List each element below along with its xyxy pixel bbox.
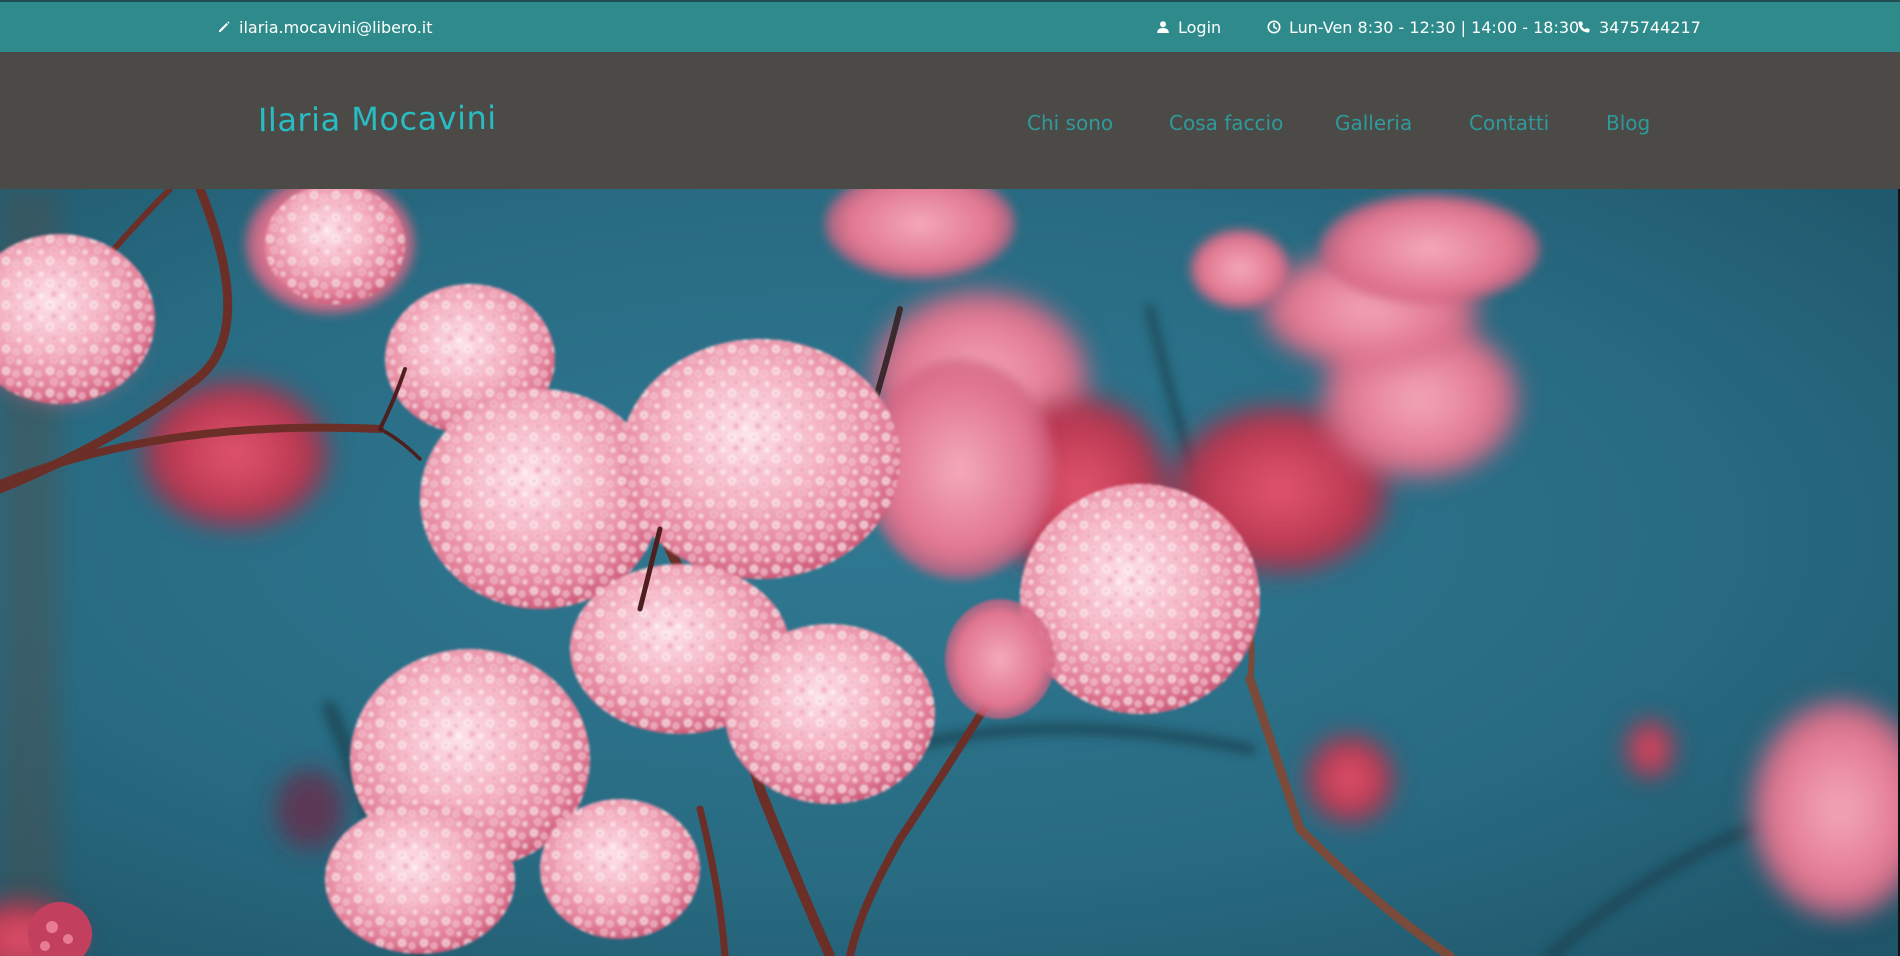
nav-chi-sono[interactable]: Chi sono xyxy=(1027,108,1113,138)
site-logo[interactable]: Ilaria Mocavini xyxy=(258,99,497,139)
pencil-icon xyxy=(216,19,232,35)
phone-contact[interactable]: 3475744217 xyxy=(1576,2,1701,52)
clock-icon xyxy=(1266,19,1282,35)
email-text: ilaria.mocavini@libero.it xyxy=(239,17,433,37)
top-info-bar: ilaria.mocavini@libero.it Login Lun-Ven … xyxy=(0,0,1900,52)
blossom-photo xyxy=(0,189,1900,956)
opening-hours: Lun-Ven 8:30 - 12:30 | 14:00 - 18:30 xyxy=(1266,2,1579,52)
nav-contatti[interactable]: Contatti xyxy=(1469,108,1549,138)
user-icon xyxy=(1155,19,1171,35)
nav-blog[interactable]: Blog xyxy=(1606,108,1650,138)
site-header: Ilaria Mocavini Chi sono Cosa faccio Gal… xyxy=(0,52,1900,189)
login-text: Login xyxy=(1178,17,1222,37)
phone-text: 3475744217 xyxy=(1599,17,1701,37)
hours-text: Lun-Ven 8:30 - 12:30 | 14:00 - 18:30 xyxy=(1289,17,1580,37)
login-link[interactable]: Login xyxy=(1155,2,1221,52)
phone-icon xyxy=(1576,19,1592,35)
nav-galleria[interactable]: Galleria xyxy=(1335,108,1412,138)
email-contact[interactable]: ilaria.mocavini@libero.it xyxy=(216,2,433,52)
hero-image xyxy=(0,189,1900,956)
nav-cosa-faccio[interactable]: Cosa faccio xyxy=(1169,108,1283,138)
page: ilaria.mocavini@libero.it Login Lun-Ven … xyxy=(0,0,1900,956)
